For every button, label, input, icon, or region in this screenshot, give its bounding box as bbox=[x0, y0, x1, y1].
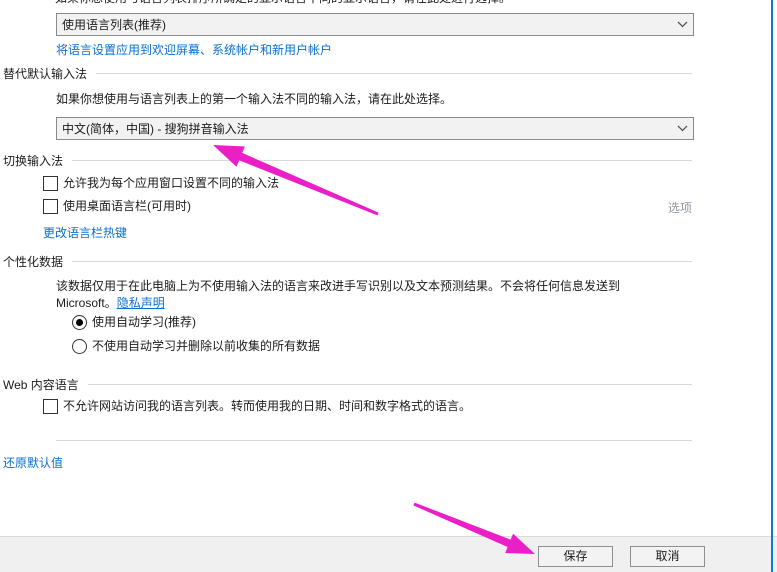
radio-label: 不使用自动学习并删除以前收集的所有数据 bbox=[92, 339, 321, 353]
microsoft-text: Microsoft。 bbox=[56, 296, 117, 310]
checkbox-label: 不允许网站访问我的语言列表。转而使用我的日期、时间和数字格式的语言。 bbox=[63, 399, 472, 413]
privacy-statement-link[interactable]: 隐私声明 bbox=[117, 296, 165, 310]
section-divider bbox=[96, 73, 692, 74]
personalization-description-line1: 该数据仅用于在此电脑上为不使用输入法的语言来改进手写识别以及文本预测结果。不会将… bbox=[56, 279, 621, 293]
language-advanced-settings-dialog: 如果你想使用与语言列表排序所确定的显示语言不同的显示语言，请在此处进行选择。 使… bbox=[0, 0, 777, 572]
clipped-top-description: 如果你想使用与语言列表排序所确定的显示语言不同的显示语言，请在此处进行选择。 bbox=[55, 0, 511, 5]
radio-label: 使用自动学习(推荐) bbox=[92, 315, 196, 329]
section-divider bbox=[72, 160, 692, 161]
override-input-description: 如果你想使用与语言列表上的第一个输入法不同的输入法，请在此处选择。 bbox=[56, 92, 453, 106]
section-header-label: 个性化数据 bbox=[3, 254, 64, 269]
save-button[interactable]: 保存 bbox=[538, 546, 613, 567]
section-web-content-language: Web 内容语言 bbox=[3, 377, 692, 392]
language-bar-options-link[interactable]: 选项 bbox=[668, 199, 692, 216]
checkbox-per-app-input-method[interactable]: 允许我为每个应用窗口设置不同的输入法 bbox=[43, 176, 279, 191]
radio-icon[interactable] bbox=[72, 339, 87, 354]
change-language-bar-hotkeys-link[interactable]: 更改语言栏热键 bbox=[43, 224, 127, 241]
section-header-label: 切换输入法 bbox=[3, 153, 64, 168]
section-header-label: 替代默认输入法 bbox=[3, 66, 88, 81]
radio-no-auto-learning[interactable]: 不使用自动学习并删除以前收集的所有数据 bbox=[72, 339, 320, 354]
default-input-method-combobox-value: 中文(简体，中国) - 搜狗拼音输入法 bbox=[62, 122, 249, 136]
radio-icon[interactable] bbox=[72, 315, 87, 330]
checkbox-icon[interactable] bbox=[43, 176, 58, 191]
display-language-combobox-value: 使用语言列表(推荐) bbox=[62, 18, 166, 32]
personalization-description-line2: Microsoft。隐私声明 bbox=[56, 294, 165, 311]
apply-language-settings-link[interactable]: 将语言设置应用到欢迎屏幕、系统帐户和新用户帐户 bbox=[56, 41, 332, 58]
restore-defaults-link[interactable]: 还原默认值 bbox=[3, 454, 63, 471]
checkbox-label: 使用桌面语言栏(可用时) bbox=[63, 199, 191, 213]
section-divider bbox=[72, 261, 692, 262]
section-personalization-data: 个性化数据 bbox=[3, 254, 692, 269]
section-override-default-input: 替代默认输入法 bbox=[3, 66, 692, 81]
cancel-button[interactable]: 取消 bbox=[630, 546, 705, 567]
chevron-down-icon bbox=[671, 125, 693, 132]
radio-use-auto-learning[interactable]: 使用自动学习(推荐) bbox=[72, 315, 196, 330]
window-right-border bbox=[771, 0, 773, 572]
section-header-label: Web 内容语言 bbox=[3, 377, 79, 392]
display-language-combobox[interactable]: 使用语言列表(推荐) bbox=[56, 13, 694, 36]
section-divider bbox=[87, 384, 692, 385]
bottom-divider bbox=[56, 440, 692, 441]
chevron-down-icon bbox=[671, 21, 693, 28]
checkbox-icon[interactable] bbox=[43, 199, 58, 214]
section-switch-input-method: 切换输入法 bbox=[3, 153, 692, 168]
checkbox-desktop-language-bar[interactable]: 使用桌面语言栏(可用时) bbox=[43, 199, 191, 214]
checkbox-label: 允许我为每个应用窗口设置不同的输入法 bbox=[63, 176, 280, 190]
default-input-method-combobox[interactable]: 中文(简体，中国) - 搜狗拼音输入法 bbox=[56, 117, 694, 140]
checkbox-no-website-language-access[interactable]: 不允许网站访问我的语言列表。转而使用我的日期、时间和数字格式的语言。 bbox=[43, 399, 471, 414]
checkbox-icon[interactable] bbox=[43, 399, 58, 414]
